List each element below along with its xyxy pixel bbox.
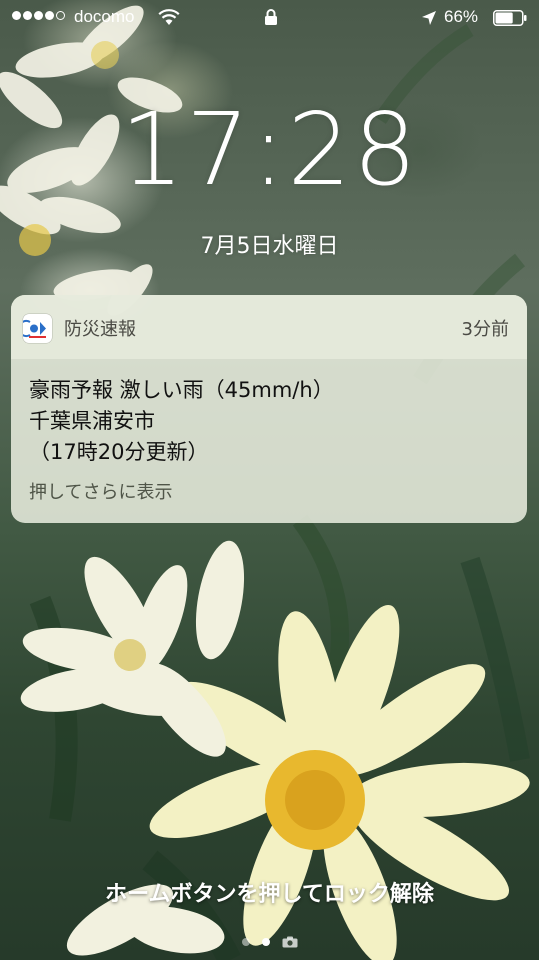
status-bar: docomo 66% — [0, 0, 539, 36]
battery-icon — [493, 10, 527, 26]
page-dot-active[interactable] — [261, 938, 270, 946]
notification-line: 千葉県浦安市 — [29, 409, 155, 433]
signal-dot — [45, 11, 54, 20]
wifi-icon — [158, 9, 180, 25]
carrier-name: docomo — [74, 7, 135, 26]
notification-time: 3分前 — [461, 319, 509, 340]
lock-clock: 17:28 — [120, 91, 419, 208]
notification-line: （17時20分更新） — [29, 440, 209, 464]
notification-more-label: 押してさらに表示 — [29, 482, 173, 503]
location-arrow-icon — [422, 11, 436, 25]
camera-icon[interactable] — [282, 936, 298, 948]
notification-line: 豪雨予報 激しい雨（45mm/h） — [29, 378, 334, 402]
page-dot[interactable] — [241, 938, 250, 946]
lock-date: 7月5日水曜日 — [200, 234, 339, 259]
unlock-hint: ホームボタンを押してロック解除 — [105, 882, 434, 907]
signal-dot — [12, 11, 21, 20]
notification-app-name: 防災速報 — [64, 319, 136, 340]
lock-screen: docomo 66% 17:28 7月5日水曜日 防災速報 3分前 豪雨予報 激… — [0, 0, 539, 960]
notification-card[interactable]: 防災速報 3分前 豪雨予報 激しい雨（45mm/h） 千葉県浦安市 （17時20… — [11, 295, 527, 523]
notification-header: 防災速報 3分前 — [11, 295, 527, 359]
signal-strength — [12, 11, 65, 20]
lock-icon — [265, 9, 277, 25]
signal-dot — [34, 11, 43, 20]
signal-dot-empty — [56, 11, 65, 20]
page-indicator — [0, 936, 539, 948]
battery-percent: 66% — [444, 7, 479, 26]
signal-dot — [23, 11, 32, 20]
app-icon — [17, 314, 52, 343]
notification-body: 豪雨予報 激しい雨（45mm/h） 千葉県浦安市 （17時20分更新） — [11, 359, 527, 468]
